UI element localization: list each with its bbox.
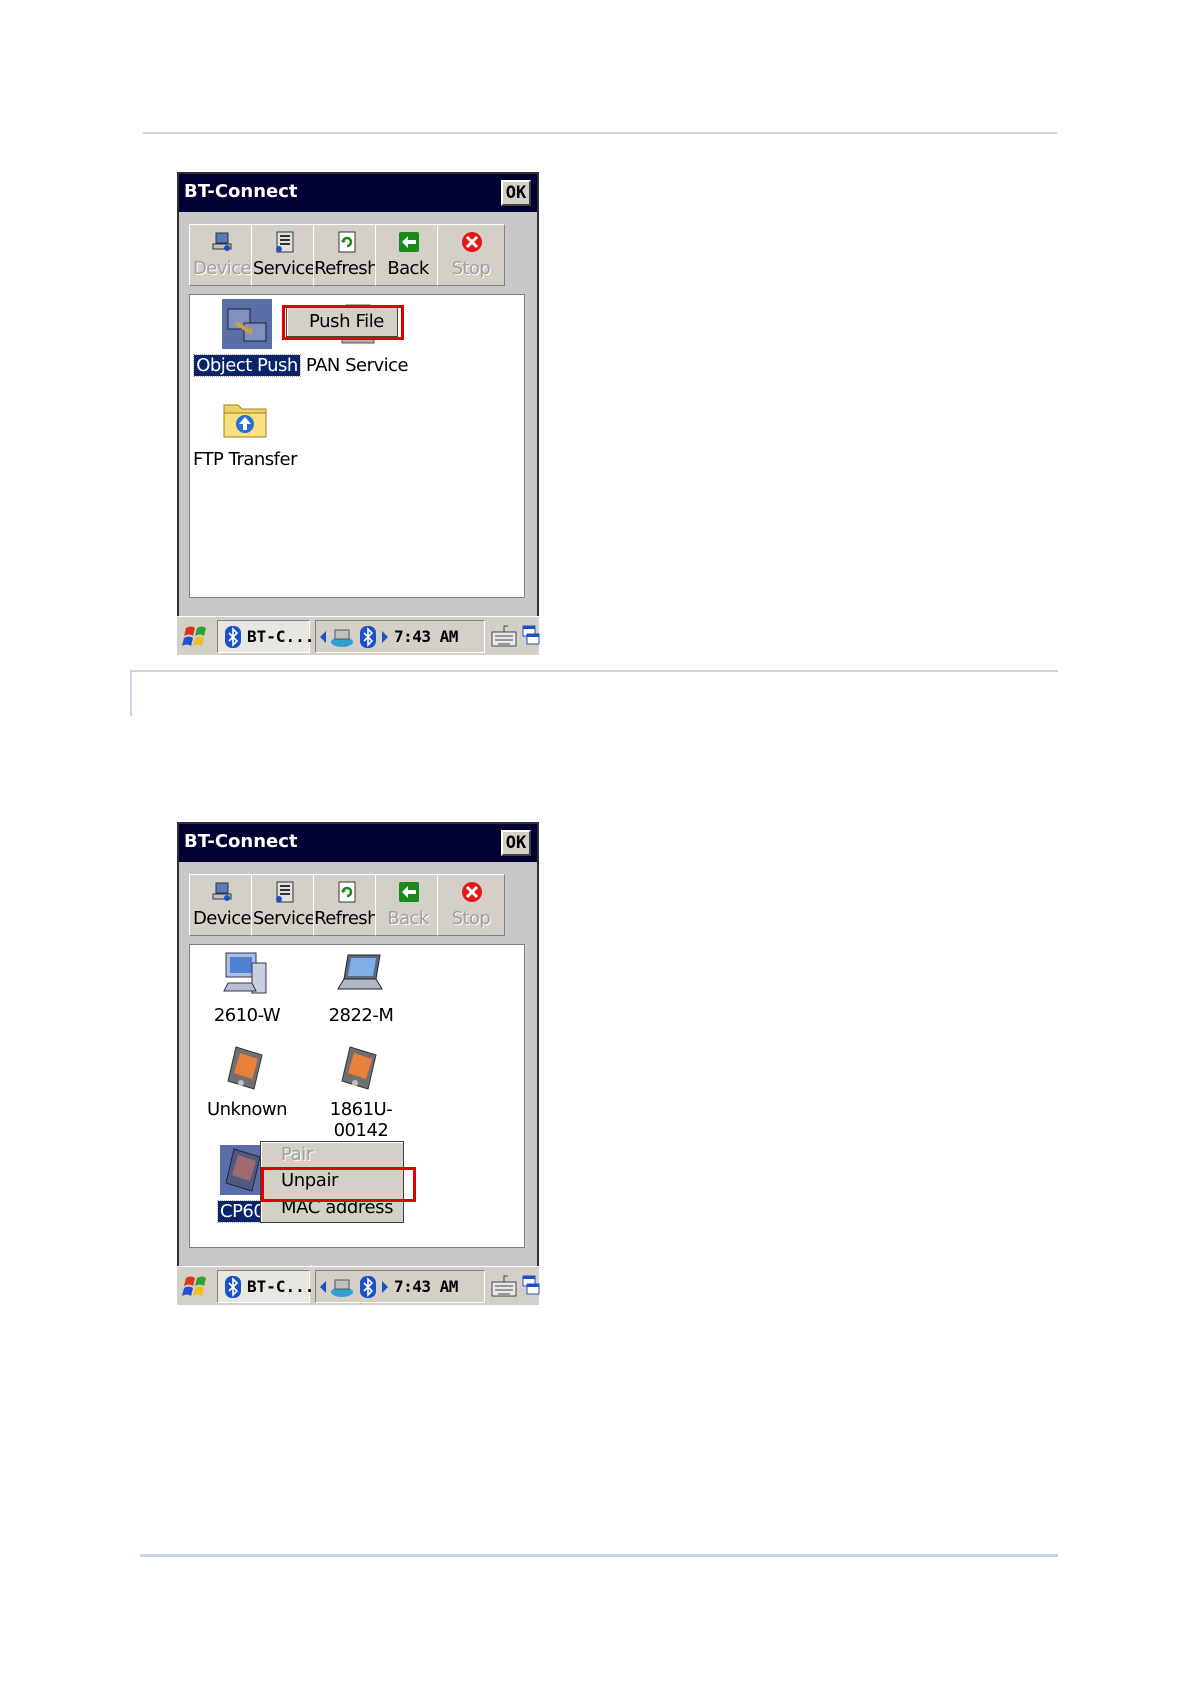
tray-scroll-right-icon[interactable] [382,1281,388,1293]
ok-button[interactable]: OK [501,180,531,206]
device-button[interactable]: Device [189,224,255,286]
tray-scroll-left-icon[interactable] [320,631,326,643]
stop-button[interactable]: Stop [437,224,505,286]
ok-button[interactable]: OK [501,830,531,856]
back-arrow-icon [399,882,419,902]
device-list: 2610-W 2822-M Unknown 1861U- 00142 CP60 … [189,944,525,1248]
device-unknown[interactable]: Unknown [192,1043,302,1123]
device-1861u-00142[interactable]: 1861U- 00142 [306,1043,416,1143]
back-button[interactable]: Back [375,874,441,936]
highlight-box [282,305,404,340]
page-footer-rule [140,1554,1058,1557]
device-2610-w[interactable]: 2610-W [192,949,302,1029]
desktop-computer-icon [223,952,267,994]
taskbar: BT-C... 7:43 AM [177,616,540,655]
taskbar-app-button[interactable]: BT-C... [217,620,314,653]
network-icon[interactable] [329,627,355,649]
device-label: 2610-W [213,1005,281,1026]
ftp-folder-icon [223,404,267,438]
windows-start-icon[interactable] [181,1270,211,1303]
app-title: BT-Connect [184,831,298,852]
windows-start-icon[interactable] [181,620,211,653]
toolbar: Device Service Refresh Back Stop [189,224,525,286]
refresh-icon [338,231,356,253]
system-tray: 7:43 AM [315,620,485,653]
device-icon [212,882,232,901]
service-button-label: Service [252,908,316,929]
back-button-label: Back [387,258,429,279]
menu-item-pair[interactable]: Pair [261,1141,403,1169]
tray-scroll-right-icon[interactable] [382,631,388,643]
device-label: Unknown [206,1099,288,1120]
taskbar-app-label: BT-C... [247,627,315,646]
taskbar-app-button[interactable]: BT-C... [217,1270,314,1303]
keyboard-icon[interactable] [489,1270,519,1303]
service-label: PAN Service [305,355,409,376]
device-button-label: Device [193,258,252,279]
bluetooth-icon [225,1276,241,1298]
service-list: Object Push PAN Service FTP Transfer Pus… [189,294,525,598]
refresh-button[interactable]: Refresh [313,224,379,286]
service-icon [276,231,294,253]
pda-icon [341,1046,377,1090]
device-label: 2822-M [328,1005,394,1026]
bluetooth-tray-icon[interactable] [360,626,376,648]
refresh-button-label: Refresh [314,908,378,929]
device-label-line2: 00142 [333,1120,389,1141]
clock[interactable]: 7:43 AM [394,627,458,647]
network-icon[interactable] [329,1277,355,1299]
service-label: Object Push [193,354,301,377]
stop-button-label: Stop [451,908,491,929]
refresh-button-label: Refresh [314,258,378,279]
stop-icon [462,232,482,252]
system-tray: 7:43 AM [315,1270,485,1303]
title-bar: BT-Connect OK [179,824,537,862]
taskbar-app-label: BT-C... [247,1277,315,1296]
clock[interactable]: 7:43 AM [394,1277,458,1297]
device-2822-m[interactable]: 2822-M [306,949,416,1029]
object-push-icon [222,299,272,349]
refresh-icon [338,881,356,903]
service-icon [276,881,294,903]
stop-button-label: Stop [451,258,491,279]
page-header-rule [143,132,1057,134]
back-button[interactable]: Back [375,224,441,286]
back-arrow-icon [399,232,419,252]
switch-windows-icon[interactable] [522,1270,540,1303]
refresh-button[interactable]: Refresh [313,874,379,936]
section-divider-rule [130,670,1058,672]
bluetooth-tray-icon[interactable] [360,1276,376,1298]
stop-button[interactable]: Stop [437,874,505,936]
keyboard-icon[interactable] [489,620,519,653]
device-cp60[interactable]: CP60 [190,1145,270,1225]
title-bar: BT-Connect OK [179,174,537,212]
service-button-label: Service [252,258,316,279]
device-button[interactable]: Device [189,874,255,936]
highlight-box [261,1167,416,1202]
service-ftp-transfer[interactable]: FTP Transfer [190,393,300,473]
app-title: BT-Connect [184,181,298,202]
bt-connect-screenshot-services: BT-Connect OK Device Service Refresh Bac… [177,172,540,655]
device-label: 1861U- [329,1099,393,1120]
bt-connect-screenshot-devices: BT-Connect OK Device Service Refresh Bac… [177,822,540,1305]
device-button-label: Device [193,908,252,929]
service-button[interactable]: Service [251,874,317,936]
taskbar: BT-C... 7:43 AM [177,1266,540,1305]
switch-windows-icon[interactable] [522,620,540,653]
device-icon [212,232,232,251]
service-label: FTP Transfer [193,449,298,470]
tray-scroll-left-icon[interactable] [320,1281,326,1293]
stop-icon [462,882,482,902]
pda-icon [227,1046,263,1090]
laptop-icon [337,954,383,990]
section-divider-tick [130,670,132,716]
service-button[interactable]: Service [251,224,317,286]
toolbar: Device Service Refresh Back Stop [189,874,525,936]
back-button-label: Back [387,908,429,929]
bluetooth-icon [225,626,241,648]
